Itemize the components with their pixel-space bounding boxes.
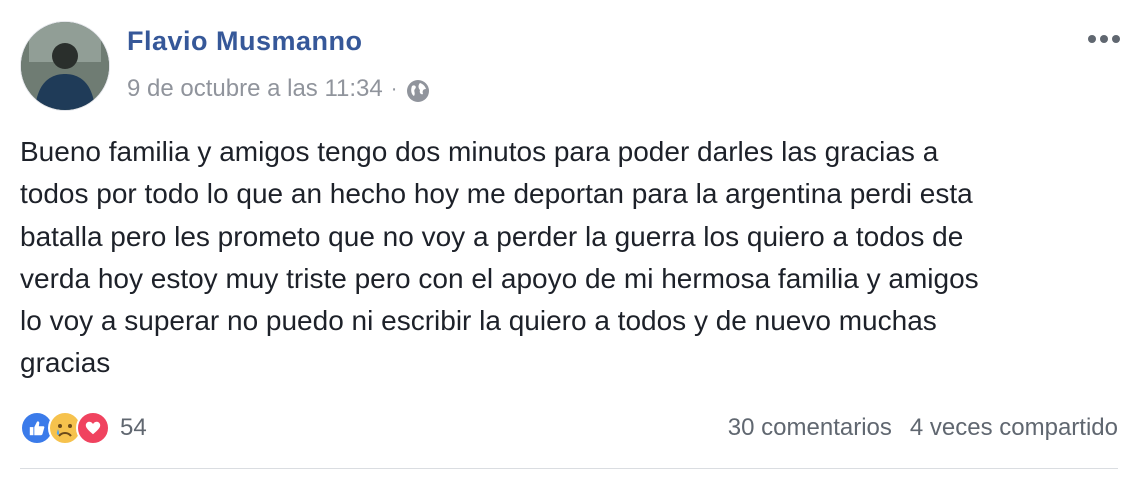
reaction-count[interactable]: 54 [120, 414, 147, 442]
post-text-line: Bueno familia y amigos tengo dos minutos… [20, 136, 939, 167]
engagement-stats: 30 comentarios 4 veces compartido [728, 414, 1118, 442]
footer-divider [20, 468, 1118, 469]
love-icon [76, 411, 110, 445]
author-avatar[interactable] [20, 21, 110, 111]
post-text-line: batalla pero les prometo que no voy a pe… [20, 220, 964, 252]
shares-count-link[interactable]: 4 veces compartido [910, 414, 1118, 442]
comments-count-link[interactable]: 30 comentarios [728, 414, 892, 442]
post-text-line: lo voy a superar no puedo ni escribir la… [20, 305, 937, 337]
post-text-line: gracias [20, 347, 111, 379]
reactions-summary[interactable]: 54 [20, 411, 147, 445]
post-timestamp[interactable]: 9 de octubre a las 11:34 [127, 75, 383, 103]
meta-separator: · [390, 77, 398, 100]
post-text-line: todos por todo lo que an hecho hoy me de… [20, 178, 973, 210]
post-meta: 9 de octubre a las 11:34 · [127, 74, 431, 104]
globe-icon[interactable] [405, 78, 431, 104]
more-options-icon[interactable] [1084, 22, 1124, 56]
post-body: Bueno familia y amigos tengo dos minutos… [20, 131, 1120, 385]
post-footer: 54 30 comentarios 4 veces compartido [20, 404, 1118, 452]
person-silhouette-icon [21, 22, 109, 110]
post-text-line: verda hoy estoy muy triste pero con el a… [20, 262, 979, 294]
author-name-link[interactable]: Flavio Musmanno [127, 26, 363, 57]
